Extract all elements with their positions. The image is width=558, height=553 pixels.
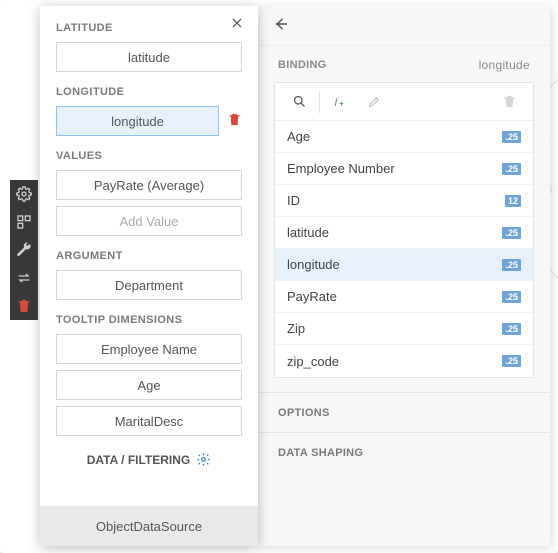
list-item[interactable]: Age.25 [275,121,533,153]
argument-label: ARGUMENT [56,250,242,262]
latitude-field[interactable]: latitude [56,42,242,72]
tooltip-item[interactable]: Employee Name [56,334,242,364]
type-badge: .25 [502,163,521,175]
list-item[interactable]: latitude.25 [275,217,533,249]
gear-icon[interactable] [10,180,38,208]
type-badge: 12 [505,195,521,207]
app-root: LATITUDE latitude LONGITUDE longitude VA… [0,0,558,553]
longitude-label: LONGITUDE [56,86,242,98]
side-toolstrip [10,180,38,320]
type-badge: .25 [502,355,521,367]
binding-panel: BINDING longitude f+ A [258,6,550,546]
options-accordion[interactable]: OPTIONS [258,392,550,432]
values-label: VALUES [56,150,242,162]
wrench-icon[interactable] [10,236,38,264]
binding-hint: longitude [479,58,530,72]
binding-header: BINDING longitude [258,46,550,82]
trash-icon[interactable] [10,292,38,320]
tooltip-item[interactable]: Age [56,370,242,400]
back-arrow-icon[interactable] [272,15,290,36]
data-shaping-accordion[interactable]: DATA SHAPING [258,432,550,472]
data-filtering-link[interactable]: DATA / FILTERING [56,442,242,477]
list-item[interactable]: ID12 [275,185,533,217]
list-item[interactable]: Employee Number.25 [275,153,533,185]
add-value-button[interactable]: Add Value [56,206,242,236]
svg-text:+: + [339,99,344,108]
tooltip-item[interactable]: MaritalDesc [56,406,242,436]
swap-icon[interactable] [10,264,38,292]
type-badge: .25 [502,131,521,143]
type-badge: .25 [502,259,521,271]
fx-add-icon[interactable]: f+ [326,88,354,116]
config-panel: LATITUDE latitude LONGITUDE longitude VA… [40,6,258,546]
edit-icon [360,88,388,116]
latitude-label: LATITUDE [56,22,242,34]
list-item[interactable]: PayRate.25 [275,281,533,313]
binding-list: Age.25 Employee Number.25 ID12 latitude.… [275,121,533,377]
list-item[interactable]: zip_code.25 [275,345,533,377]
binding-card: f+ Age.25 Employee Number.25 ID12 latitu… [274,82,534,378]
delete-icon [495,88,523,116]
list-item[interactable]: Zip.25 [275,313,533,345]
delete-longitude-icon[interactable] [227,112,242,130]
argument-field[interactable]: Department [56,270,242,300]
search-icon[interactable] [285,88,313,116]
longitude-field[interactable]: longitude [56,106,219,136]
type-badge: .25 [502,227,521,239]
layout-icon[interactable] [10,208,38,236]
value-field[interactable]: PayRate (Average) [56,170,242,200]
list-item[interactable]: longitude.25 [275,249,533,281]
type-badge: .25 [502,291,521,303]
svg-text:f: f [334,96,338,106]
datasource-button[interactable]: ObjectDataSource [40,506,258,546]
binding-title: BINDING [278,59,327,71]
binding-toolbar: f+ [275,83,533,121]
tooltip-label: TOOLTIP DIMENSIONS [56,314,242,326]
type-badge: .25 [502,323,521,335]
close-icon[interactable] [230,16,244,33]
